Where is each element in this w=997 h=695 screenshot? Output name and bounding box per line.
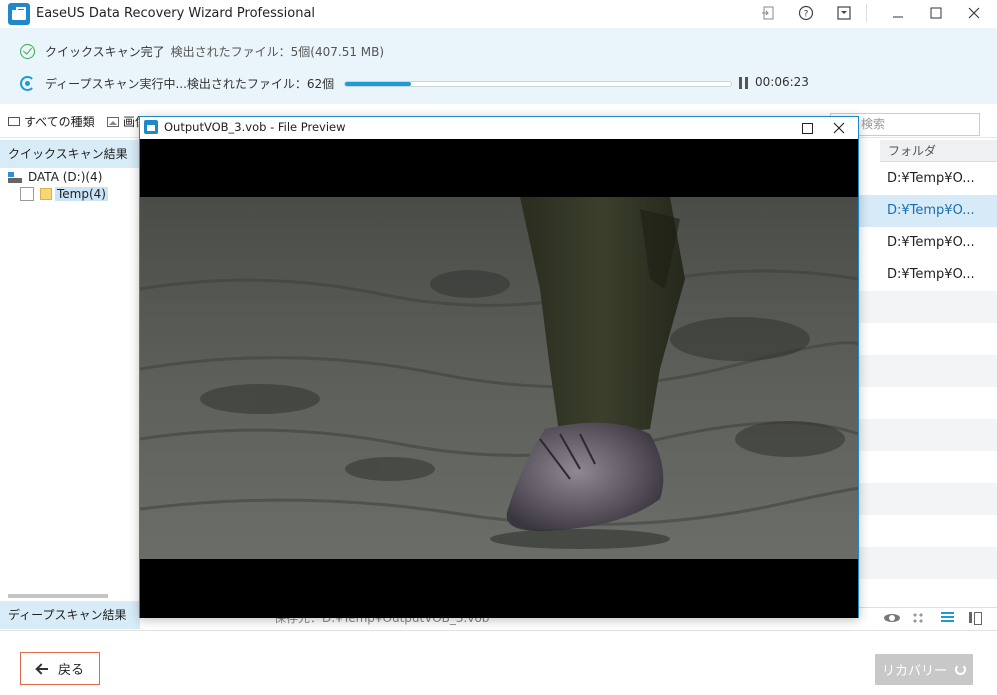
elapsed-time: 00:06:23 — [755, 75, 809, 89]
quick-scan-label: クイックスキャン完了 — [45, 44, 165, 59]
video-frame[interactable] — [140, 139, 858, 618]
tree-horizontal-scrollbar[interactable] — [0, 592, 140, 600]
preview-maximize-icon[interactable] — [798, 119, 816, 137]
drive-icon — [8, 171, 22, 183]
back-button-label: 戻る — [57, 663, 84, 678]
video-still-image — [140, 139, 858, 618]
arrow-left-icon — [36, 664, 48, 674]
quick-scan-results-header[interactable]: クイックスキャン結果 — [0, 140, 140, 168]
file-preview-window[interactable]: OutputVOB_3.vob - File Preview — [139, 116, 859, 618]
menu-dropdown-icon[interactable] — [832, 2, 856, 24]
folder-icon — [40, 188, 52, 200]
maximize-icon[interactable] — [924, 2, 948, 24]
preview-title: OutputVOB_3.vob - File Preview — [164, 120, 346, 134]
progress-fill — [345, 82, 411, 86]
column-header-folder[interactable]: フォルダ — [880, 140, 997, 162]
recover-button[interactable]: リカバリー — [875, 654, 973, 685]
login-icon[interactable] — [756, 2, 780, 24]
scanning-icon — [20, 75, 35, 91]
deep-scan-results-header[interactable]: ディープスキャン結果 — [0, 601, 140, 629]
filter-all-types[interactable]: すべての種類 — [8, 113, 95, 130]
recover-button-label: リカバリー — [881, 664, 947, 679]
app-title: EaseUS Data Recovery Wizard Professional — [36, 6, 316, 21]
close-icon[interactable] — [962, 2, 986, 24]
table-row-empty — [858, 579, 997, 605]
table-row-empty — [858, 387, 997, 419]
table-row-empty — [858, 323, 997, 355]
eye-icon[interactable] — [884, 610, 900, 626]
scan-status-panel: クイックスキャン完了 検出されたファイル：5個(407.51 MB) ディープス… — [0, 28, 997, 104]
table-row-empty — [858, 451, 997, 483]
scrollbar-thumb[interactable] — [8, 594, 108, 598]
preview-close-icon[interactable] — [830, 119, 848, 137]
monitor-icon — [8, 117, 20, 126]
table-row-empty — [858, 291, 997, 323]
table-row[interactable]: D:¥Temp¥O... — [858, 259, 997, 291]
title-bar: EaseUS Data Recovery Wizard Professional… — [0, 0, 997, 28]
recover-icon — [955, 664, 966, 675]
table-row-empty — [858, 515, 997, 547]
list-view-icon[interactable] — [940, 610, 956, 626]
deep-scan-label: ディープスキャン実行中...検出されたファイル：62個 — [45, 76, 335, 91]
help-icon[interactable]: ? — [794, 2, 818, 24]
bottom-bar — [0, 630, 997, 695]
quick-scan-status: クイックスキャン完了 検出されたファイル：5個(407.51 MB) — [20, 41, 384, 61]
quick-scan-count: 検出されたファイル：5個(407.51 MB) — [170, 44, 385, 59]
table-row[interactable]: D:¥Temp¥O... — [858, 227, 997, 259]
preview-app-icon — [144, 120, 158, 134]
table-row-empty — [858, 355, 997, 387]
deep-scan-progress — [344, 81, 732, 87]
folder-checkbox[interactable] — [20, 187, 34, 201]
filter-all-types-label: すべての種類 — [24, 115, 95, 129]
table-row-empty — [858, 419, 997, 451]
drive-label: DATA (D:)(4) — [28, 170, 103, 184]
table-row-empty — [858, 547, 997, 579]
pause-icon[interactable] — [739, 77, 749, 89]
folder-label: Temp(4) — [55, 187, 108, 201]
svg-text:?: ? — [804, 10, 809, 20]
table-row-empty — [858, 483, 997, 515]
title-separator — [866, 4, 867, 22]
table-row[interactable]: D:¥Temp¥O... — [858, 195, 997, 227]
grid-view-icon[interactable] — [912, 612, 924, 624]
minimize-icon[interactable] — [886, 2, 910, 24]
check-circle-icon — [20, 43, 35, 59]
image-icon — [107, 116, 119, 127]
preview-title-bar[interactable]: OutputVOB_3.vob - File Preview — [140, 117, 858, 138]
table-row[interactable]: D:¥Temp¥O... — [858, 163, 997, 195]
detail-view-icon[interactable] — [968, 610, 984, 626]
deep-scan-status: ディープスキャン実行中...検出されたファイル：62個 — [20, 73, 334, 93]
app-logo-icon — [8, 3, 30, 25]
back-button[interactable]: 戻る — [20, 652, 100, 685]
tree-item-drive[interactable]: DATA (D:)(4) — [8, 170, 102, 184]
tree-item-folder[interactable]: Temp(4) — [20, 187, 108, 201]
